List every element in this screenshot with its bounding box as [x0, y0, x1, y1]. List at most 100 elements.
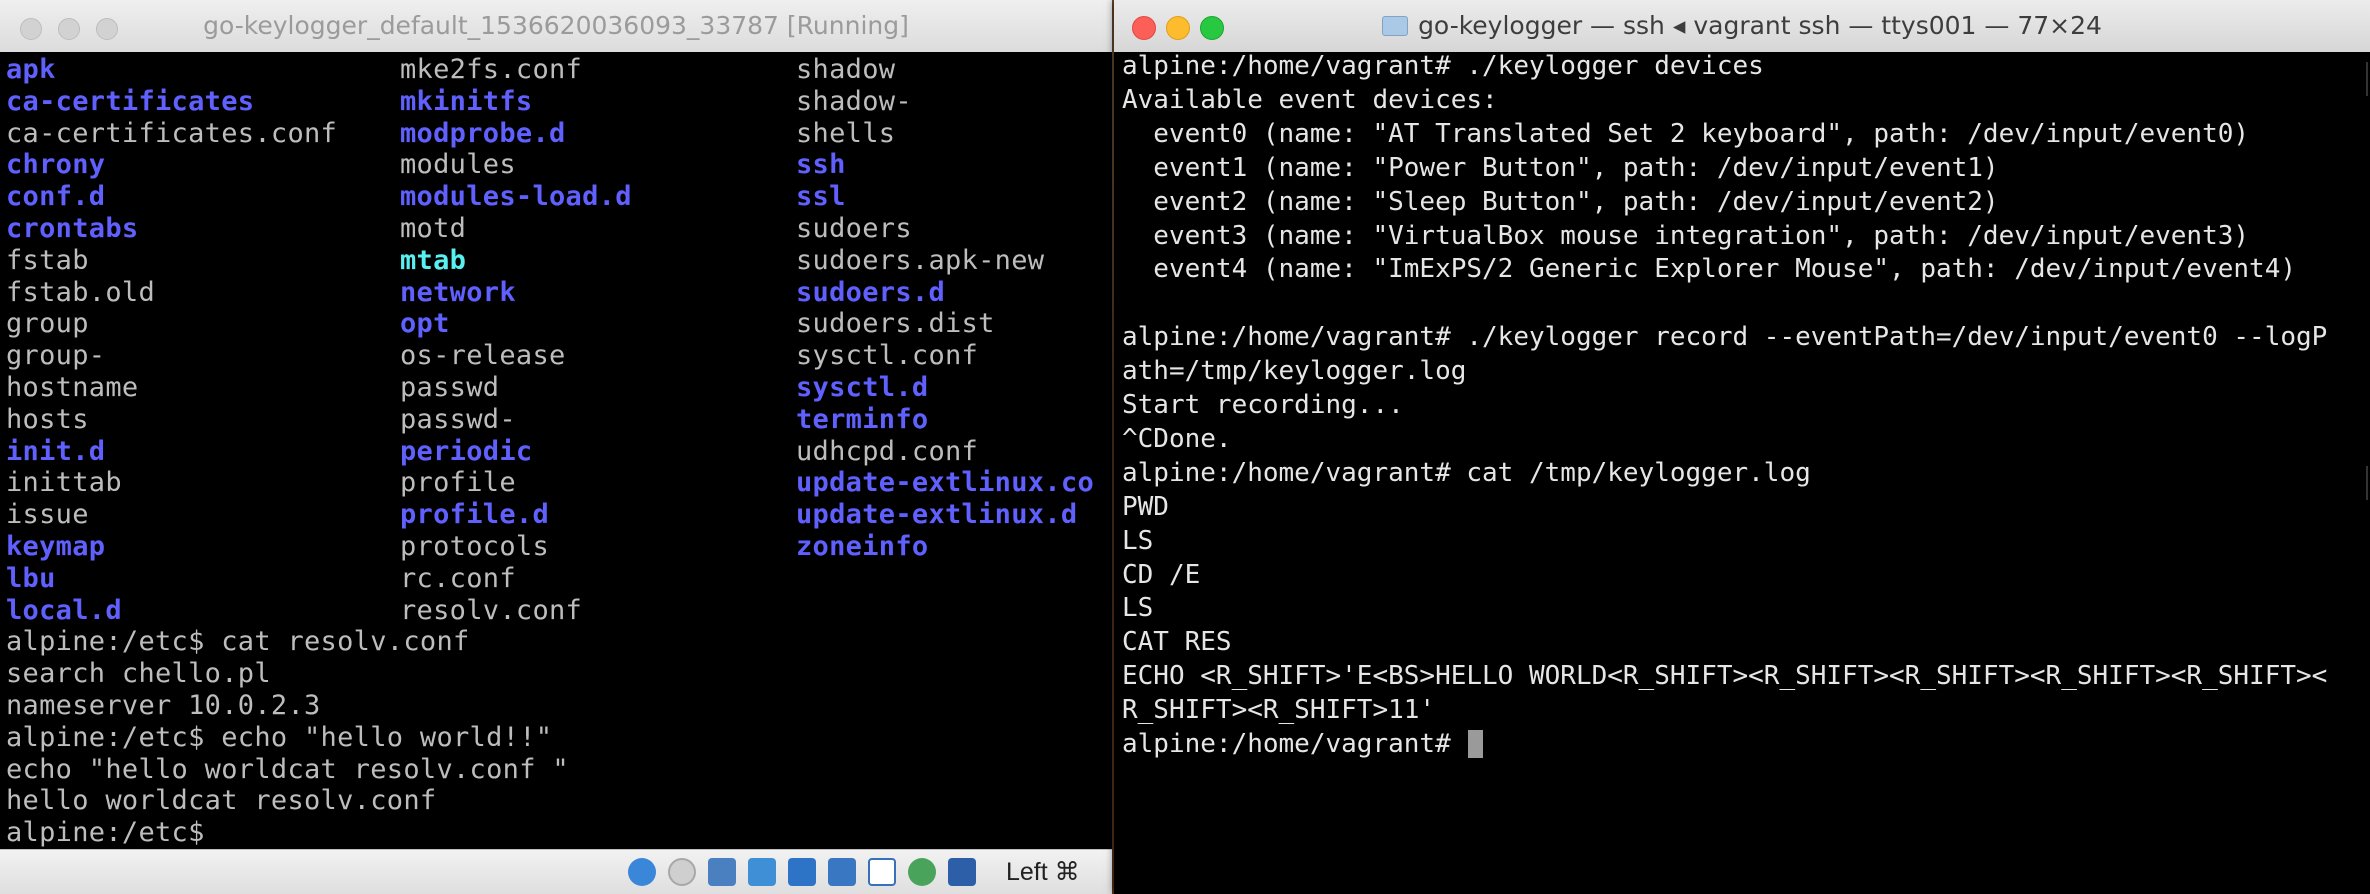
file-entry: issue — [6, 499, 89, 531]
file-entry: passwd — [400, 372, 500, 403]
prompt-line: alpine:/home/vagrant# — [1122, 729, 1467, 759]
file-entry: fstab — [6, 244, 89, 276]
directory-entry: sudoers.d — [796, 276, 945, 308]
file-entry: inittab — [6, 467, 122, 499]
file-entry: os-release — [400, 340, 566, 372]
file-entry: fstab.old — [6, 276, 155, 308]
output-line: ^CDone. — [1122, 423, 1232, 454]
text-cursor — [1468, 730, 1484, 758]
directory-entry: ssh — [796, 149, 846, 181]
display-icon[interactable] — [788, 858, 816, 886]
directory-entry: ssl — [796, 181, 846, 213]
usb-icon[interactable] — [828, 858, 856, 886]
directory-entry: zoneinfo — [796, 531, 929, 562]
output-line: R_SHIFT><R_SHIFT>11' — [1122, 695, 1436, 726]
directory-entry: profile.d — [400, 499, 549, 531]
prompt-line: alpine:/home/vagrant# ./keylogger device… — [1122, 51, 1764, 81]
folder-icon — [1382, 16, 1409, 36]
directory-entry: conf.d — [6, 181, 106, 213]
window-title: go-keylogger_default_1536620036093_33787… — [203, 11, 909, 40]
file-entry: mke2fs.conf — [400, 54, 583, 85]
file-entry: sysctl.conf — [796, 340, 979, 372]
window-title-text: go-keylogger — ssh ◂ vagrant ssh — ttys0… — [1418, 11, 2102, 40]
output-line: CAT RES — [1122, 627, 1232, 658]
prompt-line: alpine:/home/vagrant# ./keylogger record… — [1122, 322, 2328, 353]
file-entry: profile — [400, 467, 516, 499]
output-line: Start recording... — [1122, 390, 1404, 420]
console-line: nameserver 10.0.2.3 — [6, 690, 321, 721]
console-line: alpine:/etc$ echo "hello world!!" — [6, 721, 553, 753]
terminal-window: go-keylogger — ssh ◂ vagrant ssh — ttys0… — [1114, 0, 2370, 894]
directory-entry: ca-certificates — [6, 85, 255, 117]
directory-entry: modules-load.d — [400, 181, 632, 213]
file-entry: rc.conf — [400, 562, 516, 594]
mouse-integration-icon[interactable] — [948, 858, 976, 886]
window-title: go-keylogger — ssh ◂ vagrant ssh — ttys0… — [1114, 0, 2370, 52]
output-line: Available event devices: — [1122, 84, 1498, 115]
console-line: search chello.pl — [6, 658, 271, 690]
file-entry: group- — [6, 340, 106, 372]
output-line: event3 (name: "VirtualBox mouse integrat… — [1122, 220, 2250, 251]
file-entry: modules — [400, 149, 516, 181]
directory-entry: init.d — [6, 435, 106, 467]
output-line: event0 (name: "AT Translated Set 2 keybo… — [1122, 118, 2250, 149]
directory-entry: periodic — [400, 435, 533, 467]
output-line: LS — [1122, 593, 1154, 624]
output-line: PWD — [1122, 491, 1169, 522]
console-line: echo "hello worldcat resolv.conf " — [6, 753, 569, 785]
console-line: alpine:/etc$ — [6, 817, 205, 849]
recording-icon[interactable] — [868, 858, 896, 886]
output-line: ath=/tmp/keylogger.log — [1122, 356, 1467, 387]
network-icon[interactable] — [708, 858, 736, 886]
console-line: hello worldcat resolv.conf — [6, 785, 437, 817]
file-entry: hostname — [6, 372, 139, 403]
directory-entry: chrony — [6, 149, 106, 181]
vm-status-bar: Left ⌘ — [0, 849, 1112, 894]
shared-folder-icon[interactable] — [748, 858, 776, 886]
terminal-output[interactable]: alpine:/home/vagrant# ./keylogger device… — [1114, 51, 2370, 894]
file-entry: shadow- — [796, 85, 912, 117]
directory-entry: mkinitfs — [400, 85, 533, 117]
file-entry: protocols — [400, 531, 549, 562]
file-entry: motd — [400, 213, 467, 244]
output-line: event1 (name: "Power Button", path: /dev… — [1122, 152, 1999, 183]
file-entry: hosts — [6, 403, 89, 435]
terminal-titlebar[interactable]: go-keylogger — ssh ◂ vagrant ssh — ttys0… — [1114, 0, 2370, 53]
audio-icon[interactable] — [668, 858, 696, 886]
directory-entry: update-extlinux.co — [796, 467, 1094, 499]
file-entry: sudoers.dist — [796, 308, 995, 340]
file-entry: passwd- — [400, 403, 516, 435]
output-line: CD /E — [1122, 559, 1201, 590]
directory-entry: crontabs — [6, 213, 139, 244]
directory-entry: keymap — [6, 531, 106, 562]
directory-entry: network — [400, 276, 516, 308]
directory-entry: sysctl.d — [796, 372, 929, 403]
file-entry: shadow — [796, 54, 896, 85]
file-entry: resolv.conf — [400, 594, 583, 626]
output-line: event2 (name: "Sleep Button", path: /dev… — [1122, 186, 1999, 217]
directory-entry: update-extlinux.d — [796, 499, 1078, 531]
directory-entry: lbu — [6, 562, 56, 594]
directory-entry: terminfo — [796, 403, 929, 435]
file-entry: ca-certificates.conf — [6, 117, 338, 149]
vm-console-screen[interactable]: apk mke2fs.conf shadow ca-certificates mkini… — [0, 52, 1112, 849]
symlink-entry: mtab — [400, 244, 467, 276]
directory-entry: local.d — [6, 594, 122, 626]
host-key-label: Left ⌘ — [1006, 858, 1080, 886]
console-line: alpine:/etc$ cat resolv.conf — [6, 626, 470, 658]
file-entry: udhcpd.conf — [796, 435, 979, 467]
scrollbar-marker — [2366, 62, 2368, 96]
file-entry: sudoers.apk-new — [796, 244, 1045, 276]
optical-drive-icon[interactable] — [628, 858, 656, 886]
cpu-icon[interactable] — [908, 858, 936, 886]
output-line: ECHO <R_SHIFT>'E<BS>HELLO WORLD<R_SHIFT>… — [1122, 661, 2328, 692]
directory-entry: opt — [400, 308, 450, 340]
scrollbar-marker — [2366, 466, 2368, 500]
file-entry: sudoers — [796, 213, 912, 244]
output-line: LS — [1122, 525, 1154, 556]
virtualbox-titlebar[interactable]: go-keylogger_default_1536620036093_33787… — [0, 0, 1112, 53]
prompt-line: alpine:/home/vagrant# cat /tmp/keylogger… — [1122, 457, 1811, 488]
directory-entry: apk — [6, 54, 56, 85]
file-entry: shells — [796, 117, 896, 149]
file-entry: group — [6, 308, 89, 340]
